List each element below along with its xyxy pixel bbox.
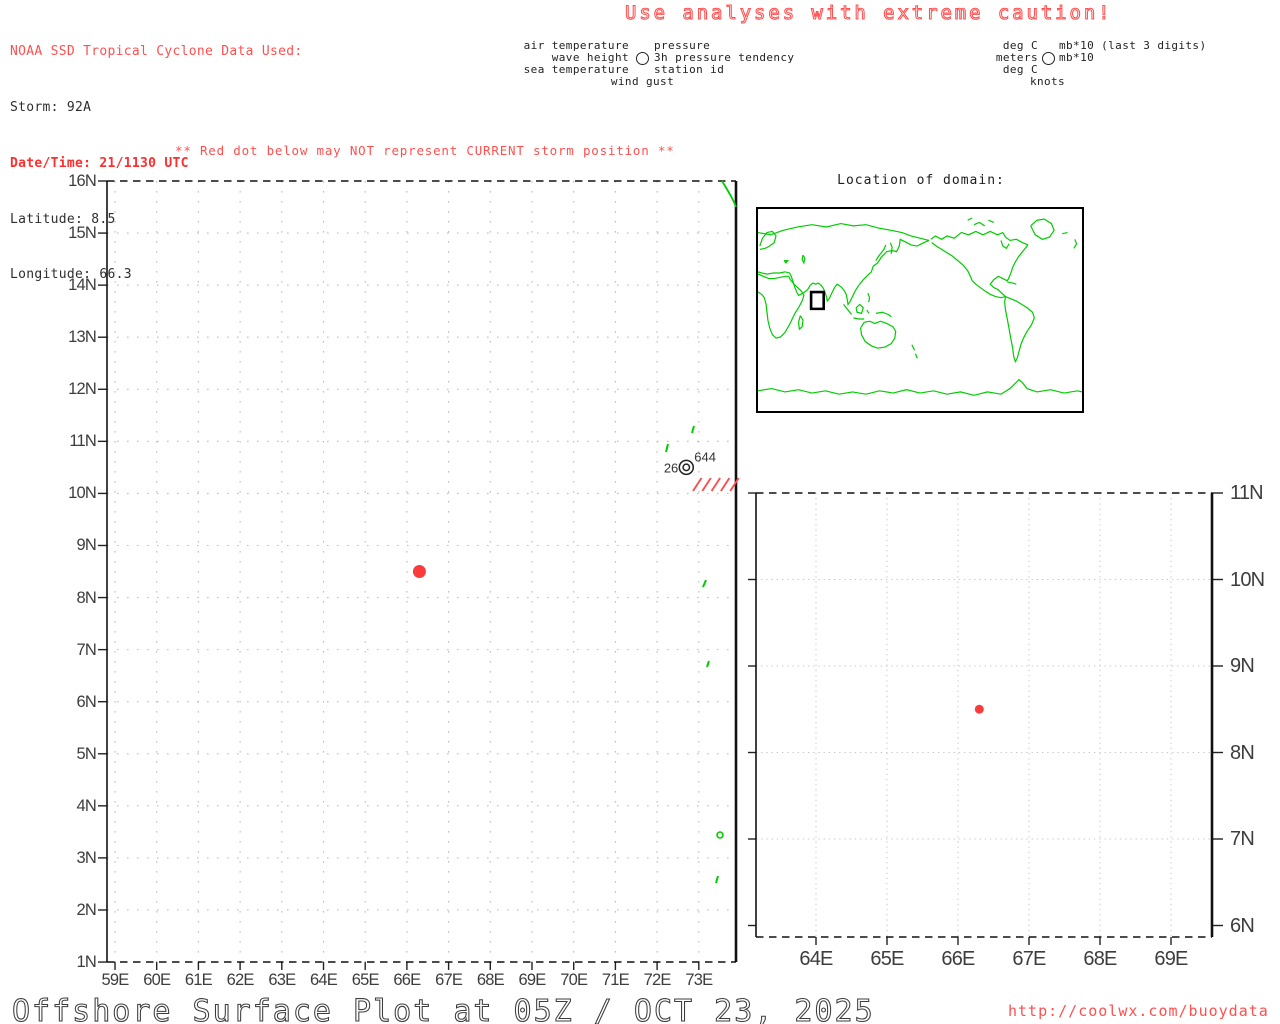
main-x-tick-label: 66E [393, 971, 421, 989]
main-x-tick-label: 68E [476, 971, 505, 989]
station-pressure-value: 644 [694, 449, 716, 464]
main-x-tick-label: 72E [643, 971, 672, 989]
main-y-tick-label: 16N [68, 172, 97, 190]
plot-graphics: 26 644 [98, 180, 1223, 970]
main-x-tick-label: 70E [560, 971, 588, 989]
inset-map-title: Location of domain: [837, 173, 1005, 188]
storm-position-dot-zoom [974, 704, 984, 714]
main-y-tick-label: 5N [76, 744, 97, 763]
main-x-tick-label: 62E [226, 971, 255, 989]
zoom-y-tick-label: 7N [1230, 828, 1255, 850]
main-y-tick-label: 3N [76, 848, 97, 867]
offshore-surface-plot-page: NOAA SSD Tropical Cyclone Data Used: Sto… [0, 0, 1280, 1024]
red-hatch-marks [692, 477, 740, 492]
zoom-x-tick-label: 69E [1154, 948, 1188, 970]
main-y-tick-label: 4N [76, 796, 97, 815]
main-x-tick-label: 67E [435, 971, 463, 989]
zoom-y-tick-label: 6N [1230, 914, 1255, 937]
main-y-tick-label: 1N [76, 953, 97, 972]
station-inner-circle-icon [682, 463, 691, 472]
storm-position-dot [412, 565, 426, 579]
main-x-tick-label: 64E [310, 971, 338, 989]
main-x-tick-label: 69E [518, 971, 547, 989]
main-y-tick-label: 7N [76, 640, 97, 659]
zoom-x-tick-label: 64E [799, 948, 833, 970]
coastline-fragments [665, 180, 737, 884]
world-coastlines [758, 209, 1082, 411]
main-y-tick-label: 15N [68, 224, 97, 243]
zoom-x-tick-label: 66E [941, 948, 975, 970]
main-y-tick-label: 9N [76, 536, 97, 555]
zoom-x-tick-label: 65E [870, 948, 904, 970]
main-y-tick-label: 11N [69, 432, 96, 451]
page-title: Offshore Surface Plot at 05Z / OCT 23, 2… [11, 993, 875, 1024]
zoom-x-tick-label: 68E [1083, 948, 1117, 970]
main-y-tick-label: 6N [76, 692, 97, 711]
surface-station-plot: 26 644 [664, 449, 716, 475]
source-url-link[interactable]: http://coolwx.com/buoydata [1008, 1002, 1269, 1020]
main-y-tick-label: 8N [76, 588, 97, 607]
zoom-x-tick-label: 67E [1012, 948, 1046, 970]
main-x-tick-label: 60E [143, 971, 171, 989]
zoom-y-tick-label: 9N [1230, 655, 1255, 677]
zoom-y-tick-label: 10N [1230, 568, 1265, 591]
inset-world-map [756, 207, 1084, 413]
main-y-tick-label: 14N [68, 276, 97, 295]
station-air-temperature-value: 26 [664, 460, 678, 475]
main-y-tick-label: 10N [68, 484, 97, 503]
main-x-tick-label: 63E [268, 971, 296, 989]
main-x-tick-label: 59E [101, 971, 130, 989]
main-x-tick-label: 73E [685, 971, 713, 989]
main-y-tick-label: 2N [76, 900, 97, 919]
main-y-tick-label: 12N [68, 380, 97, 399]
zoom-plot [748, 492, 1223, 945]
main-x-tick-label: 61E [184, 971, 213, 989]
main-y-tick-label: 13N [68, 328, 97, 347]
main-x-tick-label: 65E [351, 971, 380, 989]
domain-location-rect [811, 292, 824, 309]
zoom-y-tick-label: 11N [1230, 482, 1264, 504]
main-x-tick-label: 71E [601, 971, 630, 989]
zoom-y-tick-label: 8N [1230, 741, 1255, 764]
station-outer-circle-icon [678, 459, 695, 476]
